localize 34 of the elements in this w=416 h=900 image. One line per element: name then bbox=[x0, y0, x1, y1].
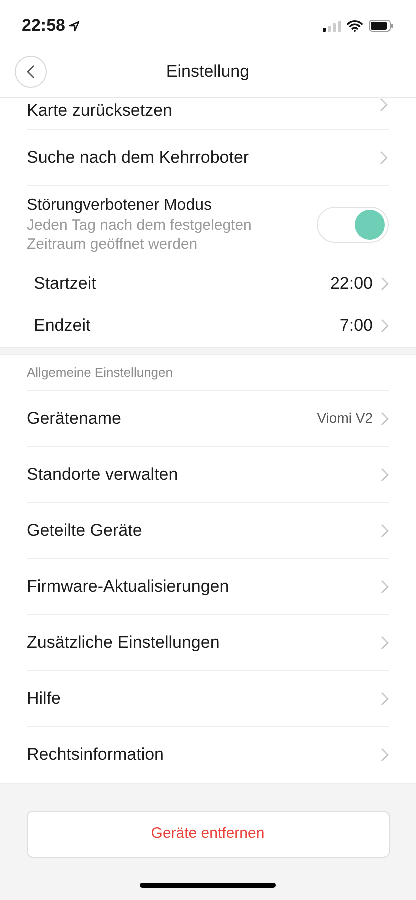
settings-row[interactable]: Geteilte Geräte bbox=[27, 503, 389, 559]
settings-row[interactable]: Rechtsinformation bbox=[27, 727, 389, 783]
chevron-icon bbox=[381, 412, 389, 426]
chevron-icon bbox=[381, 468, 389, 482]
back-button[interactable] bbox=[15, 56, 47, 88]
setting-description: Jeden Tag nach dem festgelegten Zeitraum geöffnet werden bbox=[27, 216, 253, 254]
settings-row[interactable]: Gerätename Viomi V2 bbox=[27, 391, 389, 447]
battery-icon bbox=[369, 20, 394, 32]
chevron-icon bbox=[381, 277, 389, 291]
chevron-icon bbox=[381, 636, 389, 650]
time-row[interactable]: Endzeit 7:00 bbox=[34, 305, 389, 347]
settings-row[interactable]: Standorte verwalten bbox=[27, 447, 389, 503]
chevron-icon bbox=[381, 692, 389, 706]
settings-row[interactable]: Suche nach dem Kehrroboter bbox=[27, 130, 389, 186]
location-arrow-icon bbox=[69, 20, 80, 32]
settings-row[interactable]: Hilfe bbox=[27, 671, 389, 727]
section-heading: Allgemeine Einstellungen bbox=[27, 364, 173, 382]
chevron-icon bbox=[381, 748, 389, 762]
time-row[interactable]: Startzeit 22:00 bbox=[34, 263, 389, 305]
page-title: Einstellung bbox=[166, 60, 250, 83]
signal-icon bbox=[323, 20, 341, 32]
chevron-icon bbox=[381, 580, 389, 594]
setting-label: Störungverbotener Modus bbox=[27, 196, 213, 216]
settings-row[interactable]: Karte zurücksetzen bbox=[27, 98, 389, 130]
settings-row[interactable]: Zusätzliche Einstellungen bbox=[27, 615, 389, 671]
chevron-icon bbox=[381, 319, 389, 333]
chevron-icon bbox=[380, 150, 388, 164]
settings-row[interactable]: Firmware-Aktualisierungen bbox=[27, 559, 389, 615]
remove-devices-button[interactable]: Geräte entfernen bbox=[26, 811, 390, 858]
status-time: 22:58 bbox=[22, 15, 66, 38]
chevron-icon bbox=[381, 524, 389, 538]
wifi-icon bbox=[347, 20, 363, 32]
toggle-switch[interactable] bbox=[317, 206, 389, 242]
chevron-icon bbox=[380, 98, 388, 112]
